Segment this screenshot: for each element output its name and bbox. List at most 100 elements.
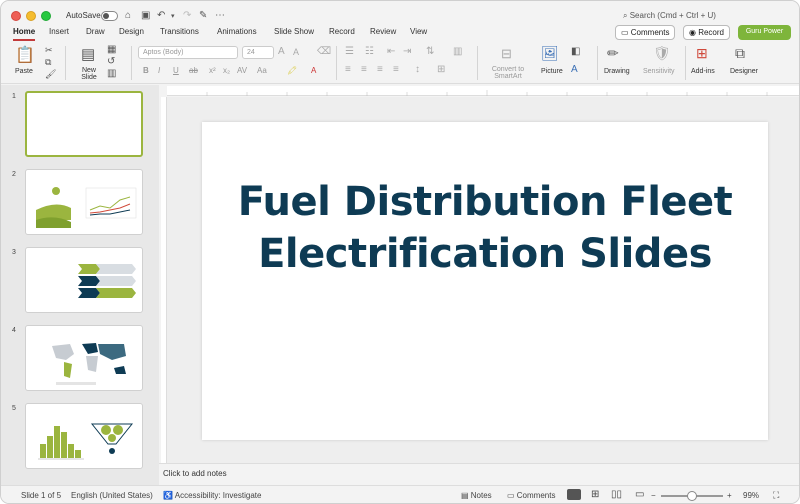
slide-number: 1 (12, 93, 16, 100)
columns-icon[interactable]: ▥ (453, 46, 462, 57)
search-input[interactable]: ⌕ Search (Cmd + Ctrl + U) (623, 11, 716, 21)
tab-insert[interactable]: Insert (49, 27, 69, 36)
tab-animations[interactable]: Animations (217, 27, 257, 36)
slide-title[interactable]: Fuel Distribution Fleet Electrification … (202, 176, 768, 280)
numbering-icon[interactable]: ☷ (365, 46, 374, 57)
notes-pane[interactable]: Click to add notes (159, 463, 799, 484)
italic-icon[interactable]: I (158, 66, 160, 75)
picture-label[interactable]: Picture (541, 68, 563, 75)
slide-thumbnail-3[interactable] (25, 247, 143, 313)
home-icon[interactable]: ⌂ (125, 10, 131, 21)
align-center-icon[interactable]: ≡ (361, 64, 367, 75)
tab-review[interactable]: Review (370, 27, 396, 36)
slide-thumbnail-2[interactable] (25, 169, 143, 235)
customize-icon[interactable]: ✎ (199, 10, 207, 21)
font-size-select[interactable]: 24 (242, 46, 274, 59)
subscript-icon[interactable]: x₂ (223, 66, 230, 75)
close-window-button[interactable] (11, 11, 21, 21)
superscript-icon[interactable]: x² (209, 66, 216, 75)
align-text-icon[interactable]: ⊞ (437, 64, 445, 75)
convert-smartart-label[interactable]: Convert to SmartArt (485, 66, 531, 80)
accessibility-status[interactable]: ♿ Accessibility: Investigate (163, 491, 261, 500)
undo-icon[interactable]: ↶ (157, 10, 165, 21)
decrease-font-icon[interactable]: A (293, 47, 299, 57)
smartart-icon[interactable]: ⊟ (501, 46, 512, 62)
save-icon[interactable]: ▣ (141, 10, 150, 21)
record-button[interactable]: ◉ Record (683, 25, 730, 40)
zoom-in-icon[interactable]: + (727, 491, 732, 500)
tab-draw[interactable]: Draw (86, 27, 105, 36)
slide-1[interactable]: Fuel Distribution Fleet Electrification … (202, 122, 768, 440)
paste-icon[interactable]: 📋 (15, 45, 35, 65)
tab-record[interactable]: Record (329, 27, 355, 36)
undo-dropdown-icon[interactable]: ▾ (171, 12, 175, 20)
clear-format-icon[interactable]: ⌫ (317, 46, 331, 57)
reading-view-icon[interactable]: ▯▯ (611, 489, 622, 500)
justify-icon[interactable]: ≡ (393, 64, 399, 75)
zoom-slider-handle[interactable] (687, 491, 697, 501)
autosave-toggle[interactable] (101, 11, 118, 21)
ribbon: 📋 Paste ✂ ⧉ 🖌 ▤ New Slide ▦ ↺ ▥ Aptos (B… (1, 42, 799, 84)
copy-icon[interactable]: ⧉ (45, 57, 51, 68)
text-direction-icon[interactable]: ⇅ (426, 46, 434, 57)
highlight-icon[interactable]: 🖍 (287, 66, 297, 75)
drawing-label[interactable]: Drawing (604, 68, 630, 75)
thumbnail-2-preview (36, 187, 137, 228)
character-spacing-icon[interactable]: AV (237, 66, 247, 75)
zoom-window-button[interactable] (41, 11, 51, 21)
bullets-icon[interactable]: ☰ (345, 46, 354, 57)
reset-icon[interactable]: ↺ (107, 56, 115, 67)
fit-to-window-icon[interactable]: ⛶ (773, 490, 779, 501)
paste-label[interactable]: Paste (15, 68, 33, 75)
notes-placeholder[interactable]: Click to add notes (163, 469, 227, 478)
new-slide-icon[interactable]: ▤ (81, 45, 95, 63)
comments-toggle[interactable]: ▭ Comments (507, 491, 555, 500)
shapes-icon[interactable]: ◧ (571, 46, 580, 57)
comments-button[interactable]: ▭ Comments (615, 25, 676, 40)
tab-design[interactable]: Design (119, 27, 144, 36)
font-color-icon[interactable]: A (311, 66, 316, 75)
font-name-select[interactable]: Aptos (Body) (138, 46, 238, 59)
tab-slide-show[interactable]: Slide Show (274, 27, 314, 36)
addins-icon[interactable]: ⊞ (696, 45, 708, 62)
line-spacing-icon[interactable]: ↕ (415, 64, 420, 75)
decrease-indent-icon[interactable]: ⇤ (387, 46, 395, 57)
textbox-icon[interactable]: A (571, 64, 578, 75)
ribbon-tabs: Home Insert Draw Design Transitions Anim… (1, 25, 799, 41)
increase-indent-icon[interactable]: ⇥ (403, 46, 411, 57)
minimize-window-button[interactable] (26, 11, 36, 21)
tab-view[interactable]: View (410, 27, 427, 36)
designer-icon[interactable]: ⧉ (735, 45, 745, 62)
normal-view-button[interactable] (567, 489, 581, 500)
addins-label[interactable]: Add-ins (691, 68, 715, 75)
increase-font-icon[interactable]: A (278, 46, 285, 57)
guru-power-button[interactable]: Guru Power (738, 25, 791, 40)
layout-icon[interactable]: ▦ (107, 44, 116, 55)
slide-number: 4 (12, 327, 16, 334)
strikethrough-icon[interactable]: ab (189, 66, 198, 75)
slide-sorter-icon[interactable]: ⊞ (591, 489, 599, 500)
new-slide-label[interactable]: New Slide (75, 67, 103, 81)
picture-icon[interactable]: 🖼 (541, 45, 559, 62)
underline-icon[interactable]: U (173, 66, 179, 75)
section-icon[interactable]: ▥ (107, 68, 116, 79)
align-left-icon[interactable]: ≡ (345, 64, 351, 75)
zoom-out-icon[interactable]: − (651, 491, 656, 500)
format-painter-icon[interactable]: 🖌 (45, 69, 56, 80)
slide-thumbnail-1[interactable] (25, 91, 143, 157)
zoom-level[interactable]: 99% (743, 491, 759, 500)
notes-toggle[interactable]: ▤ Notes (461, 491, 492, 500)
cut-icon[interactable]: ✂ (45, 45, 53, 56)
slide-thumbnail-4[interactable] (25, 325, 143, 391)
tab-transitions[interactable]: Transitions (160, 27, 199, 36)
tab-home[interactable]: Home (13, 27, 35, 36)
align-right-icon[interactable]: ≡ (377, 64, 383, 75)
more-icon[interactable]: ⋯ (215, 10, 225, 21)
bold-icon[interactable]: B (143, 66, 149, 75)
language-status[interactable]: English (United States) (71, 491, 153, 500)
change-case-icon[interactable]: Aa (257, 66, 267, 75)
slideshow-view-icon[interactable]: ▭ (635, 489, 644, 500)
designer-label[interactable]: Designer (730, 68, 758, 75)
slide-thumbnail-5[interactable] (25, 403, 143, 469)
drawing-icon[interactable]: ✏ (607, 45, 619, 62)
